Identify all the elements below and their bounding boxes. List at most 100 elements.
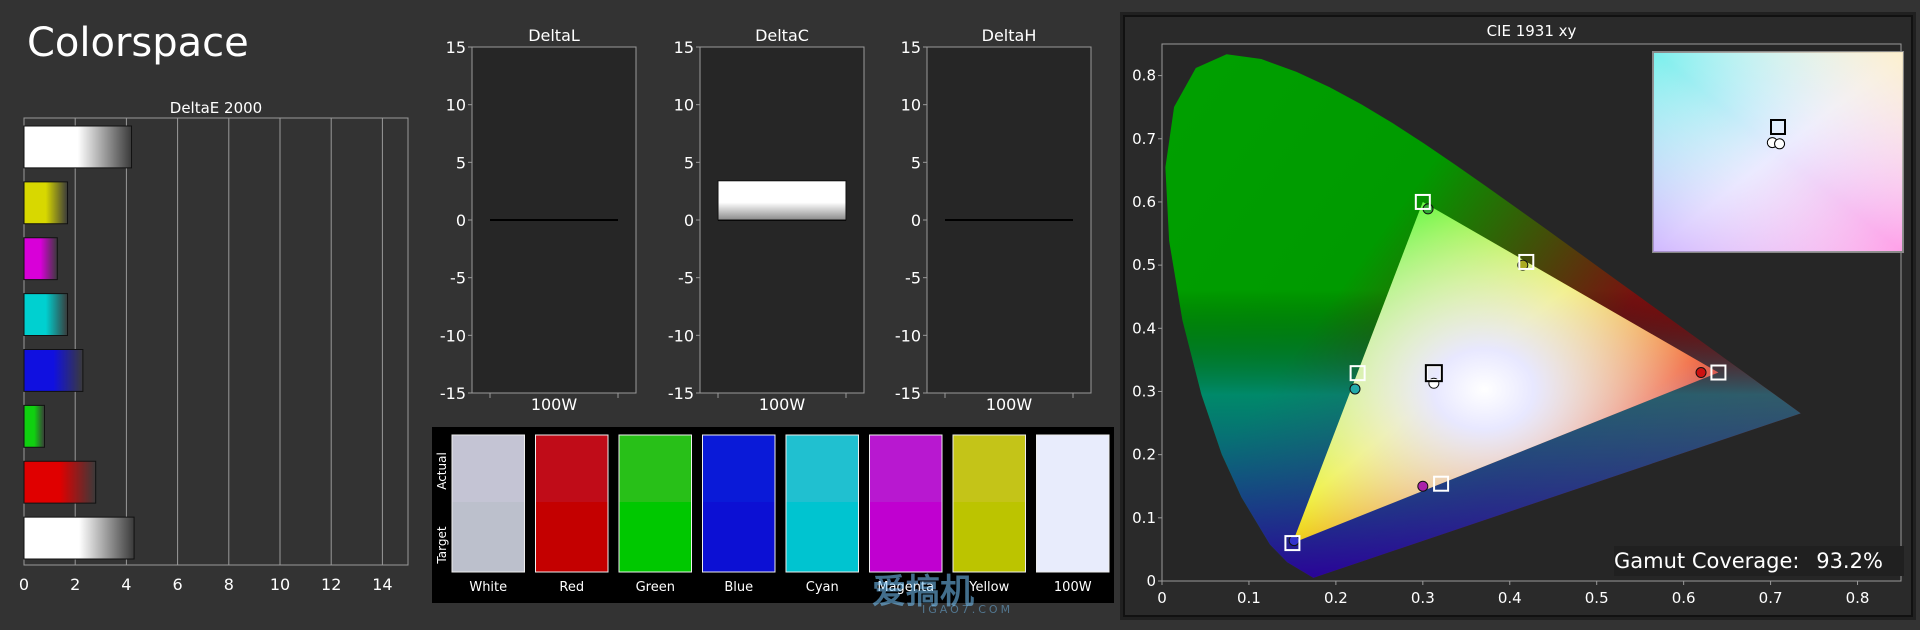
swatch-target-blue — [702, 502, 775, 572]
swatch-actual-blue — [702, 435, 775, 502]
swatch-label-cyan: Cyan — [806, 580, 839, 595]
swatch-actual-white — [452, 435, 525, 502]
y-tick-label: 0 — [1146, 572, 1156, 590]
swatch-label-red: Red — [559, 580, 584, 595]
color-swatch-grid: ActualTargetWhite Red Green Blue Cyan Magenta… — [435, 434, 1110, 595]
swatch-target-100w — [1036, 502, 1109, 572]
y-tick-label: -15 — [440, 384, 466, 403]
x-tick-label: 0 — [1157, 589, 1167, 607]
inset-measured-point — [1774, 138, 1786, 150]
deltae-2000-chart: DeltaE 2000 0 2 4 6 8 10 12 14 — [19, 99, 409, 594]
swatch-label-white: White — [469, 580, 507, 595]
y-tick-label: 0.2 — [1132, 446, 1156, 464]
swatch-actual-yellow — [953, 435, 1026, 502]
x-tick-label: 100W — [531, 395, 578, 414]
bar-magenta — [23, 237, 58, 281]
measured-point-cyan — [1349, 383, 1361, 395]
y-tick-label: 0.1 — [1132, 509, 1156, 527]
chart-title: DeltaC — [755, 26, 809, 45]
watermark-subtext: IGAO7.COM — [922, 603, 1014, 616]
x-tick-label: 12 — [321, 575, 341, 594]
x-tick-label: 10 — [270, 575, 290, 594]
gamut-coverage: Gamut Coverage: 93.2% — [1614, 546, 1904, 576]
y-tick-label: -5 — [678, 269, 694, 288]
y-tick-label: 15 — [901, 38, 921, 57]
y-tick-label: 0.5 — [1132, 256, 1156, 274]
y-tick-label: 0 — [456, 211, 466, 230]
y-tick-label: -5 — [450, 269, 466, 288]
x-tick-label: 0.3 — [1411, 589, 1435, 607]
x-tick-label: 100W — [986, 395, 1033, 414]
x-tick-label: 0.4 — [1498, 589, 1522, 607]
swatch-label-yellow: Yellow — [968, 580, 1009, 595]
swatch-target-white — [452, 502, 525, 572]
y-tick-label: 5 — [456, 153, 466, 172]
row-label-actual: Actual — [435, 452, 449, 490]
x-tick-label: 0.2 — [1324, 589, 1348, 607]
y-tick-label: 10 — [901, 96, 921, 115]
cie-1931-panel: CIE 1931 xy 0 0.1 0.2 0.3 0.4 0.5 0.6 0.7 0.8 0 0.1… — [1120, 12, 1916, 620]
y-tick-label: 0.6 — [1132, 193, 1156, 211]
y-tick-label: 0.7 — [1132, 130, 1156, 148]
bar-white — [23, 125, 133, 169]
bar-blue — [23, 349, 84, 392]
measured-point-magenta — [1417, 480, 1429, 492]
bar-yellow — [23, 181, 69, 225]
x-tick-label: 100W — [759, 395, 806, 414]
swatch-target-magenta — [869, 502, 942, 572]
swatch-target-cyan — [786, 502, 859, 572]
deltac-chart: DeltaC 15 10 5 0 -5 -10 -15 100W — [668, 26, 865, 414]
cie-1931-chart: CIE 1931 xy 0 0.1 0.2 0.3 0.4 0.5 0.6 0.7 0.8 0 0.1… — [1123, 15, 1913, 617]
y-tick-label: -10 — [668, 326, 694, 345]
y-tick-label: -15 — [895, 384, 921, 403]
bar-100w — [23, 516, 135, 560]
gamut-coverage-value: 93.2% — [1816, 549, 1883, 573]
y-tick-label: -5 — [905, 269, 921, 288]
y-tick-label: 15 — [446, 38, 466, 57]
inset-zoom-overlay — [1653, 52, 1903, 252]
y-tick-label: 0.8 — [1132, 67, 1156, 85]
measured-point-red — [1695, 367, 1707, 379]
bar-red — [23, 460, 97, 504]
x-tick-label: 0.1 — [1237, 589, 1261, 607]
y-tick-label: 10 — [446, 96, 466, 115]
y-tick-label: 5 — [911, 153, 921, 172]
color-swatch-panel: Actual Target White Red Green Blue Cyan Magenta… — [432, 427, 1114, 603]
x-tick-label: 14 — [372, 575, 392, 594]
deltah-chart: DeltaH 15 10 5 0 -5 -10 -15 100W — [895, 26, 1092, 414]
swatch-label-blue: Blue — [724, 580, 753, 595]
y-tick-label: 15 — [674, 38, 694, 57]
x-tick-label: 4 — [121, 575, 131, 594]
swatch-actual-magenta — [869, 435, 942, 502]
swatch-actual-cyan — [786, 435, 859, 502]
x-tick-label: 0 — [19, 575, 29, 594]
swatch-label-100w: 100W — [1054, 580, 1092, 595]
gamut-coverage-label: Gamut Coverage: — [1614, 549, 1800, 573]
x-tick-label: 6 — [173, 575, 183, 594]
y-tick-label: 0 — [911, 211, 921, 230]
x-tick-label: 0.6 — [1672, 589, 1696, 607]
y-tick-label: -15 — [668, 384, 694, 403]
y-tick-label: 10 — [674, 96, 694, 115]
x-tick-label: 2 — [70, 575, 80, 594]
y-tick-label: 0.4 — [1132, 319, 1156, 337]
chart-title: DeltaE 2000 — [170, 99, 262, 117]
swatch-actual-green — [619, 435, 692, 502]
deltal-chart: DeltaL 15 10 5 0 -5 -10 -15 100W — [440, 26, 637, 414]
bar-100w — [717, 180, 847, 221]
x-tick-label: 0.8 — [1846, 589, 1870, 607]
y-tick-label: -10 — [895, 326, 921, 345]
chart-title: DeltaH — [982, 26, 1037, 45]
swatch-actual-red — [535, 435, 608, 502]
bar-green — [23, 404, 45, 448]
chart-title: CIE 1931 xy — [1487, 22, 1577, 40]
y-tick-label: -10 — [440, 326, 466, 345]
bar-cyan — [23, 293, 69, 336]
x-tick-label: 8 — [224, 575, 234, 594]
y-tick-label: 0.3 — [1132, 382, 1156, 400]
swatch-target-yellow — [953, 502, 1026, 572]
y-tick-label: 0 — [684, 211, 694, 230]
chart-title: DeltaL — [528, 26, 580, 45]
y-tick-label: 5 — [684, 153, 694, 172]
x-tick-label: 0.5 — [1585, 589, 1609, 607]
